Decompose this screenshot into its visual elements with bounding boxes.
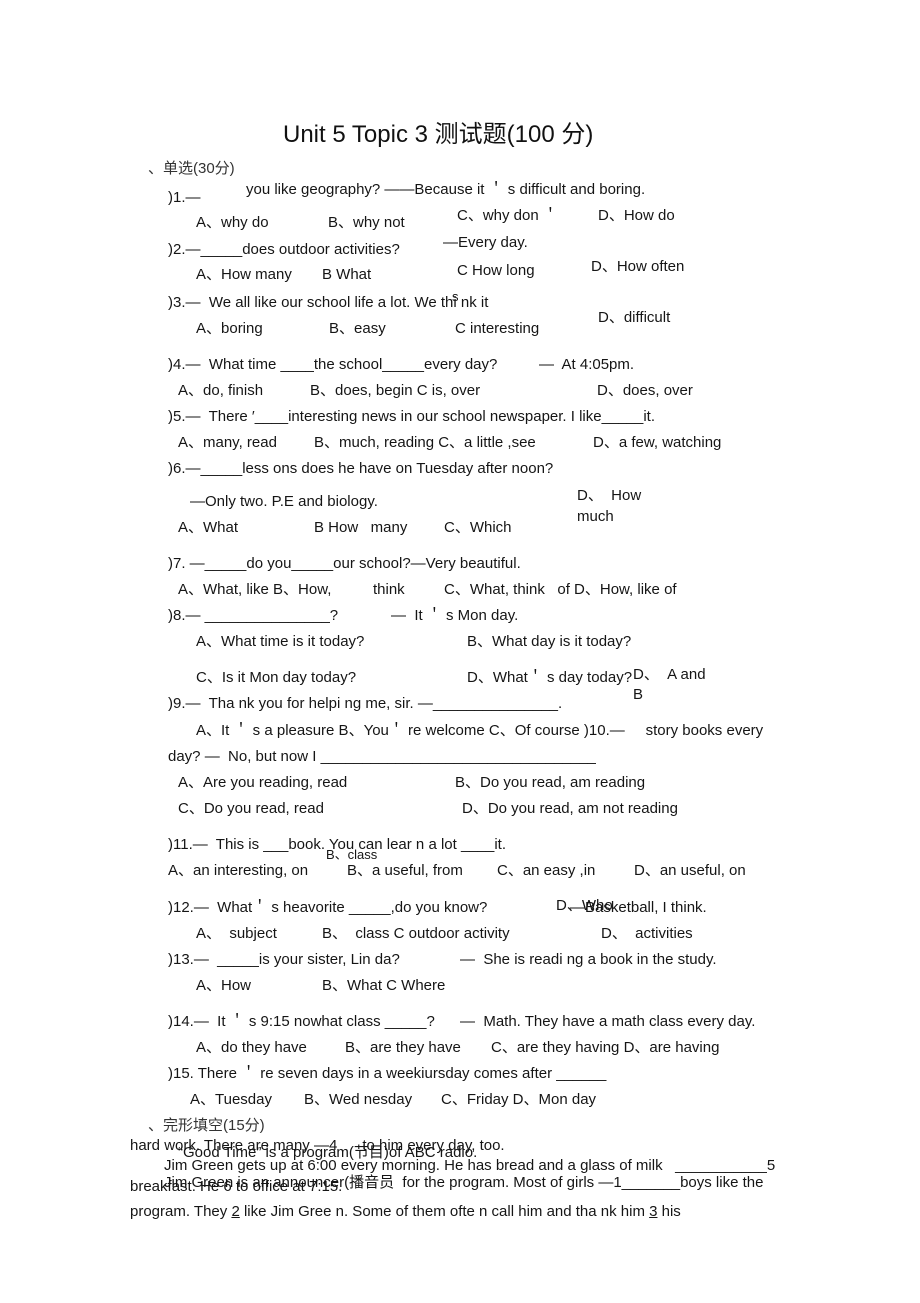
question-2-option-a: A、How many xyxy=(196,266,292,283)
question-2-answer: —Every day. xyxy=(443,234,528,251)
question-13-option-a: A、How xyxy=(196,977,252,994)
question-1-option-b: B、why not xyxy=(328,214,405,231)
cloze-line-4-mid: like Jim Gree n. Some of them ofte n cal… xyxy=(239,1203,650,1220)
question-8-option-b: B、What day is it today? xyxy=(467,633,632,650)
question-14-option-a: A、do they have xyxy=(196,1039,307,1056)
question-8-stray-option-cont: B xyxy=(633,686,644,703)
question-8-stray-option: D、 A and xyxy=(633,666,706,683)
question-2-option-b: B What xyxy=(322,266,372,283)
question-2-option-c: C How long xyxy=(457,262,535,279)
question-1-number: )1.— xyxy=(168,189,201,206)
question-6-answer: —Only two. P.E and biology. xyxy=(190,493,378,510)
question-12-stem: )12.— What＇ s heavorite _____,do you kno… xyxy=(168,899,488,916)
question-10-option-b: B、Do you read, am reading xyxy=(455,774,646,791)
question-6-stem: )6.—_____less ons does he have on Tuesda… xyxy=(168,460,554,477)
question-14-stem: )14.— It ＇ s 9:15 nowhat class _____? xyxy=(168,1013,435,1030)
page-title: Unit 5 Topic 3 测试题(100 分) xyxy=(283,121,594,148)
question-14-option-c-d: C、are they having D、are having xyxy=(491,1039,720,1056)
question-13-option-b-c: B、What C Where xyxy=(322,977,446,994)
question-10-option-c: C、Do you read, read xyxy=(178,800,324,817)
question-14-option-b: B、are they have xyxy=(345,1039,461,1056)
question-2-option-d: D、How often xyxy=(591,258,685,275)
question-15-option-a: A、Tuesday xyxy=(190,1091,272,1108)
question-4-option-d: D、does, over xyxy=(597,382,693,399)
question-15-stem: )15. There ＇ re seven days in a weekiurs… xyxy=(168,1065,607,1082)
question-14-answer: — Math. They have a math class every day… xyxy=(460,1013,756,1030)
cloze-blank-2: 2 xyxy=(231,1203,240,1220)
cloze-line-3b: Jim Green is an announcer(播音员 for the pr… xyxy=(164,1174,764,1191)
question-4-option-a: A、do, finish xyxy=(178,382,264,399)
question-6-option-b: B How many xyxy=(314,519,408,536)
question-12-option-a: A、 subject xyxy=(196,925,277,942)
question-13-answer: — She is readi ng a book in the study. xyxy=(460,951,717,968)
question-9-options-and-q10-start: A、It ＇ s a pleasure B、You＇ re welcome C、… xyxy=(196,722,764,739)
question-5-option-d: D、a few, watching xyxy=(593,434,722,451)
question-4-answer: — At 4:05pm. xyxy=(539,356,635,373)
cloze-line-2: Jim Green gets up at 6:00 every morning.… xyxy=(164,1157,776,1174)
question-1-option-a: A、why do xyxy=(196,214,269,231)
question-6-option-a: A、What xyxy=(178,519,239,536)
question-1-option-c: C、why don ＇ xyxy=(457,207,558,224)
question-10-option-d: D、Do you read, am not reading xyxy=(462,800,678,817)
question-1-option-d: D、How do xyxy=(598,207,675,224)
question-11-option-c: C、an easy ,in xyxy=(497,862,596,879)
question-9-stem: )9.— Tha nk you for helpi ng me, sir. —_… xyxy=(168,695,563,712)
question-10-option-a: A、Are you reading, read xyxy=(178,774,348,791)
question-3-stem: )3.— We all like our school life a lot. … xyxy=(168,294,489,311)
question-2-stem: )2.—_____does outdoor activities? xyxy=(168,241,400,258)
question-1-stem: you like geography? ——Because it ＇ s dif… xyxy=(246,181,646,198)
cloze-line-4-pre: program. They xyxy=(130,1203,232,1220)
question-11-option-d: D、an useful, on xyxy=(634,862,746,879)
question-12-option-b-c: B、 class C outdoor activity xyxy=(322,925,510,942)
question-8-answer: — It ＇ s Mon day. xyxy=(391,607,519,624)
question-3-option-a: A、boring xyxy=(196,320,263,337)
question-8-stem: )8.— _______________? xyxy=(168,607,339,624)
question-3-stray-mark: s xyxy=(452,289,459,304)
question-3-option-c: C interesting xyxy=(455,320,540,337)
section-heading-cloze: 、完形填空(15分) xyxy=(148,1117,265,1134)
question-13-stem: )13.— _____is your sister, Lin da? xyxy=(168,951,400,968)
question-6-option-d-cont: much xyxy=(577,508,614,525)
question-7-stem: )7. —_____do you_____our school?—Very be… xyxy=(168,555,521,572)
question-4-option-b-c: B、does, begin C is, over xyxy=(310,382,481,399)
question-5-stem: )5.— There ′____interesting news in our … xyxy=(168,408,655,425)
question-12-option-d: D、 activities xyxy=(601,925,693,942)
question-8-option-a: A、What time is it today? xyxy=(196,633,365,650)
question-12-answer: —Basketball, I think. xyxy=(570,899,707,916)
cloze-line-4: program. They 2 like Jim Gree n. Some of… xyxy=(130,1203,681,1221)
question-5-option-a: A、many, read xyxy=(178,434,277,451)
question-6-option-c: C、Which xyxy=(444,519,512,536)
question-7-option-c-d: C、What, think of D、How, like of xyxy=(444,581,677,598)
question-3-option-d: D、difficult xyxy=(598,309,671,326)
question-5-option-b-c: B、much, reading C、a little ,see xyxy=(314,434,536,451)
question-10-stem: day? — No, but now I ___________________… xyxy=(168,748,596,765)
question-6-option-d: D、 How xyxy=(577,487,642,504)
question-4-stem: )4.— What time ____the school_____every … xyxy=(168,356,498,373)
question-7-option-a-b: A、What, like B、How, xyxy=(178,581,332,598)
question-8-option-c: C、Is it Mon day today? xyxy=(196,669,357,686)
question-8-option-d: D、What＇ s day today? xyxy=(467,669,633,686)
question-7-option-b-cont: think xyxy=(373,581,405,598)
question-15-option-c-d: C、Friday D、Mon day xyxy=(441,1091,597,1108)
question-11-option-b: B、a useful, from xyxy=(347,862,463,879)
question-11-option-a: A、an interesting, on xyxy=(168,862,309,879)
question-3-option-b: B、easy xyxy=(329,320,386,337)
section-heading-single-choice: 、单选(30分) xyxy=(148,160,235,177)
cloze-line-4-post: his xyxy=(657,1203,681,1220)
question-15-option-b: B、Wed nesday xyxy=(304,1091,413,1108)
